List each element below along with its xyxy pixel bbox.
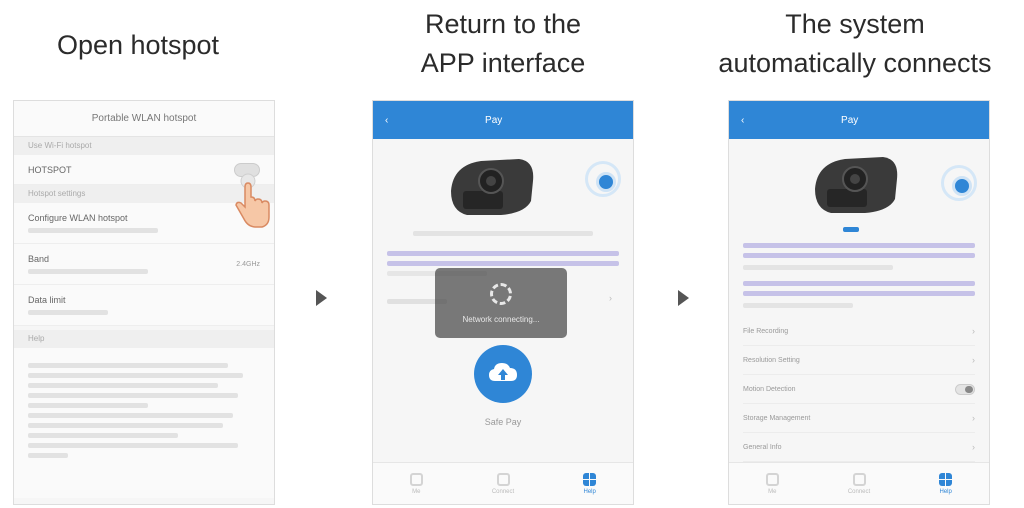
dashcam-image [815, 157, 898, 213]
faded-text [28, 373, 243, 378]
pointing-hand-icon [235, 173, 270, 228]
tab-me[interactable]: Me [729, 463, 816, 504]
app-connecting-screen: ‹ Pay › Network connecting... Safe Pay M… [372, 100, 634, 505]
tab-bar: Me Connect Help [729, 462, 989, 504]
progress-line [743, 291, 975, 296]
faded-text [28, 363, 228, 368]
band-value: 2.4GHz [236, 260, 260, 268]
tab-me[interactable]: Me [373, 463, 460, 504]
menu-label: Resolution Setting [743, 356, 800, 364]
faded-text [28, 423, 223, 428]
faded-text [28, 393, 238, 398]
motion-toggle[interactable] [955, 383, 975, 395]
band-item[interactable]: Band 2.4GHz [14, 244, 274, 285]
step1-caption: Open hotspot [56, 30, 220, 60]
connect-icon [852, 472, 866, 486]
upload-label: Safe Pay [484, 417, 522, 427]
progress-line [743, 253, 975, 258]
tab-label: Help [583, 488, 596, 495]
tab-label: Me [412, 488, 421, 495]
data-limit-item[interactable]: Data limit [14, 285, 274, 326]
faded-text [28, 383, 218, 388]
hotspot-settings-screen: Portable WLAN hotspot Use Wi-Fi hotspot … [13, 100, 275, 505]
faded-text [28, 413, 233, 418]
spinner-icon [490, 282, 512, 305]
tab-label: Connect [847, 488, 871, 495]
app-header: ‹ Pay [373, 101, 633, 139]
band-label: Band [28, 254, 50, 264]
grid-icon [939, 472, 953, 486]
loading-overlay: Network connecting... [435, 268, 567, 338]
menu-item-motion-detection[interactable]: Motion Detection [743, 375, 975, 404]
tab-bar: Me Connect Help [373, 462, 633, 504]
chevron-right-icon: › [972, 442, 975, 452]
person-icon [765, 472, 779, 486]
step3-caption-line1: The system [785, 9, 925, 39]
chevron-right-icon: › [972, 355, 975, 365]
step3-caption-line2: automatically connects [718, 48, 992, 78]
hotspot-name: HOTSPOT [28, 164, 72, 175]
faded-text [28, 228, 158, 233]
page-indicator [843, 227, 859, 232]
faded-text [743, 303, 853, 308]
step2-caption-line1: Return to the [424, 9, 582, 39]
tab-label: Me [768, 488, 777, 495]
app-title: Pay [485, 114, 503, 126]
app-title: Pay [841, 114, 859, 126]
tab-help[interactable]: Help [902, 463, 989, 504]
menu-item-resolution[interactable]: Resolution Setting › [743, 346, 975, 375]
menu-item-file-recording[interactable]: File Recording › [743, 317, 975, 346]
faded-text [743, 265, 893, 270]
chevron-right-icon: › [609, 293, 612, 303]
faded-text [413, 231, 593, 236]
connect-icon [496, 472, 510, 486]
menu-item-general-info[interactable]: General Info › [743, 433, 975, 462]
screen-title: Portable WLAN hotspot [14, 101, 274, 137]
faded-text [28, 443, 238, 448]
faded-text [28, 310, 108, 315]
overlay-message: Network connecting... [462, 314, 540, 324]
menu-label: Motion Detection [743, 385, 796, 393]
cloud-upload-icon [489, 363, 517, 381]
wifi-connect-icon [585, 161, 621, 197]
step-arrow-icon [678, 290, 689, 306]
tab-connect[interactable]: Connect [816, 463, 903, 504]
chevron-right-icon: › [972, 326, 975, 336]
menu-label: File Recording [743, 327, 789, 335]
data-limit-title: Data limit [28, 295, 66, 305]
person-icon [409, 472, 423, 486]
grid-icon [583, 472, 597, 486]
wifi-connected-icon [941, 165, 977, 201]
cloud-upload-button[interactable] [474, 345, 532, 403]
tab-label: Help [939, 488, 952, 495]
progress-line [387, 251, 619, 256]
progress-line [387, 261, 619, 266]
configure-title: Configure WLAN hotspot [28, 213, 128, 223]
chevron-right-icon: › [972, 413, 975, 423]
faded-text [28, 433, 178, 438]
step-arrow-icon [316, 290, 327, 306]
app-header: ‹ Pay [729, 101, 989, 139]
step2-caption-line2: APP interface [420, 48, 586, 78]
menu-item-storage[interactable]: Storage Management › [743, 404, 975, 433]
dashcam-image [451, 159, 534, 215]
faded-text [28, 453, 68, 458]
menu-label: General Info [743, 443, 782, 451]
app-connected-screen: ‹ Pay File Recording › Resolution Setting… [728, 100, 990, 505]
progress-line [743, 243, 975, 248]
faded-text [28, 403, 148, 408]
faded-text [28, 269, 148, 274]
tab-label: Connect [491, 488, 515, 495]
menu-label: Storage Management [743, 414, 811, 422]
section-header: Use Wi-Fi hotspot [14, 137, 274, 155]
progress-line [743, 281, 975, 286]
tab-help[interactable]: Help [546, 463, 633, 504]
tab-connect[interactable]: Connect [460, 463, 547, 504]
section-header: Help [14, 330, 274, 348]
help-text-block [14, 348, 274, 498]
